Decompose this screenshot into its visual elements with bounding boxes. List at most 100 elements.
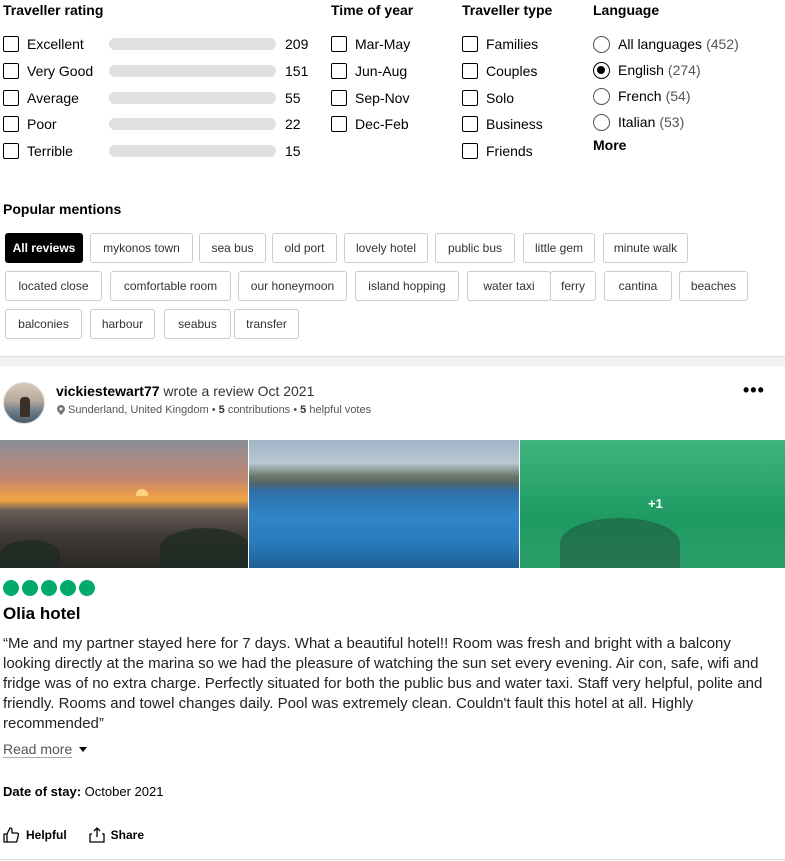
review-header: vickiestewart77 wrote a review Oct 2021: [56, 383, 314, 399]
helpful-votes-count: 5: [300, 404, 307, 416]
share-icon: [89, 827, 105, 843]
mention-chip[interactable]: minute walk: [603, 233, 688, 263]
review-photo-more[interactable]: +1: [520, 440, 785, 568]
type-option-families[interactable]: Families: [462, 34, 538, 54]
mention-chip[interactable]: All reviews: [5, 233, 83, 263]
checkbox[interactable]: [462, 63, 478, 79]
mention-chip[interactable]: seabus: [164, 309, 231, 339]
language-option-all[interactable]: All languages (452): [593, 34, 739, 54]
radio-button[interactable]: [593, 61, 610, 79]
review-body: “Me and my partner stayed here for 7 day…: [3, 635, 763, 732]
rating-option-very-good[interactable]: Very Good 151: [3, 61, 315, 81]
checkbox[interactable]: [3, 36, 19, 52]
rating-option-excellent[interactable]: Excellent 209: [3, 34, 315, 54]
location-pin-icon: [57, 405, 65, 415]
rating-bar: [109, 38, 276, 50]
time-option-sep-nov[interactable]: Sep-Nov: [331, 88, 409, 108]
section-divider: [0, 356, 785, 366]
radio-button[interactable]: [593, 113, 610, 131]
more-photos-count: +1: [648, 496, 663, 511]
mention-chip[interactable]: beaches: [679, 271, 748, 301]
rating-bubble-icon: [60, 580, 76, 596]
checkbox[interactable]: [3, 143, 19, 159]
time-of-year-title: Time of year: [331, 2, 414, 18]
mention-chip[interactable]: located close: [5, 271, 102, 301]
mention-chip[interactable]: public bus: [435, 233, 515, 263]
mention-chip[interactable]: mykonos town: [90, 233, 193, 263]
mention-chip[interactable]: harbour: [90, 309, 155, 339]
time-option-mar-may[interactable]: Mar-May: [331, 34, 410, 54]
thumbs-up-icon: [3, 827, 20, 843]
mention-chip[interactable]: water taxi: [467, 271, 551, 301]
time-option-dec-feb[interactable]: Dec-Feb: [331, 114, 409, 134]
language-option-english[interactable]: English (274): [593, 60, 701, 80]
language-title: Language: [593, 2, 660, 18]
mention-chip[interactable]: ferry: [550, 271, 596, 301]
checkbox[interactable]: [462, 36, 478, 52]
review-filters: Traveller rating Excellent 209 Very Good…: [3, 0, 785, 190]
traveller-rating-title: Traveller rating: [3, 2, 104, 18]
checkbox[interactable]: [462, 116, 478, 132]
traveller-type-title: Traveller type: [462, 2, 553, 18]
language-option-italian[interactable]: Italian (53): [593, 112, 684, 132]
checkbox[interactable]: [331, 90, 347, 106]
radio-button[interactable]: [593, 87, 610, 105]
language-filter: Language All languages (452) English (274)…: [593, 0, 783, 153]
popular-mentions-title: Popular mentions: [3, 201, 122, 217]
mention-chip[interactable]: old port: [272, 233, 337, 263]
date-of-stay: Date of stay: October 2021: [3, 784, 164, 799]
rating-bubble-icon: [3, 580, 19, 596]
rating-bar: [109, 65, 276, 77]
mention-chip[interactable]: sea bus: [199, 233, 266, 263]
rating-option-average[interactable]: Average 55: [3, 88, 315, 108]
review-actions: Helpful Share: [3, 827, 166, 843]
mention-chip[interactable]: lovely hotel: [344, 233, 428, 263]
reviewer-name[interactable]: vickiestewart77: [56, 383, 160, 399]
checkbox[interactable]: [331, 36, 347, 52]
review-title[interactable]: Olia hotel: [3, 604, 80, 624]
mention-chip[interactable]: balconies: [5, 309, 82, 339]
mention-chip[interactable]: little gem: [523, 233, 595, 263]
chevron-down-icon: [79, 747, 88, 752]
review-photos: +1: [0, 440, 785, 568]
type-option-friends[interactable]: Friends: [462, 141, 533, 161]
type-option-solo[interactable]: Solo: [462, 88, 514, 108]
read-more-button[interactable]: Read more: [3, 741, 88, 758]
mention-chip[interactable]: island hopping: [355, 271, 459, 301]
rating-bar: [109, 118, 276, 130]
radio-button[interactable]: [593, 35, 610, 53]
review-photo-pool[interactable]: [249, 440, 519, 568]
reviewer-location: Sunderland, United Kingdom: [68, 404, 209, 416]
mention-chip[interactable]: our honeymoon: [238, 271, 347, 301]
checkbox[interactable]: [462, 143, 478, 159]
contributions-count: 5: [218, 404, 225, 416]
traveller-rating-filter: Traveller rating Excellent 209 Very Good…: [3, 0, 323, 159]
checkbox[interactable]: [331, 116, 347, 132]
type-option-couples[interactable]: Couples: [462, 61, 537, 81]
rating-option-poor[interactable]: Poor 22: [3, 114, 315, 134]
time-option-jun-aug[interactable]: Jun-Aug: [331, 61, 407, 81]
checkbox[interactable]: [3, 90, 19, 106]
checkbox[interactable]: [3, 63, 19, 79]
time-of-year-filter: Time of year Mar-May Jun-Aug Sep-Nov Dec…: [331, 0, 451, 132]
checkbox[interactable]: [3, 116, 19, 132]
mention-chip[interactable]: transfer: [234, 309, 299, 339]
rating-bar: [109, 92, 276, 104]
checkbox[interactable]: [462, 90, 478, 106]
checkbox[interactable]: [331, 63, 347, 79]
review-date-text: wrote a review Oct 2021: [163, 383, 315, 399]
avatar[interactable]: [3, 382, 45, 424]
more-options-icon[interactable]: •••: [743, 381, 765, 399]
helpful-button[interactable]: Helpful: [3, 827, 67, 843]
rating-bubble-icon: [22, 580, 38, 596]
mention-chip[interactable]: comfortable room: [110, 271, 231, 301]
review-photo-sunset[interactable]: [0, 440, 248, 568]
language-option-french[interactable]: French (54): [593, 86, 690, 106]
more-languages-link[interactable]: More: [593, 137, 626, 153]
rating-bubble-icon: [41, 580, 57, 596]
type-option-business[interactable]: Business: [462, 114, 543, 134]
mention-chip[interactable]: cantina: [604, 271, 672, 301]
share-button[interactable]: Share: [89, 827, 144, 843]
rating-bubble-icon: [79, 580, 95, 596]
rating-option-terrible[interactable]: Terrible 15: [3, 141, 315, 161]
